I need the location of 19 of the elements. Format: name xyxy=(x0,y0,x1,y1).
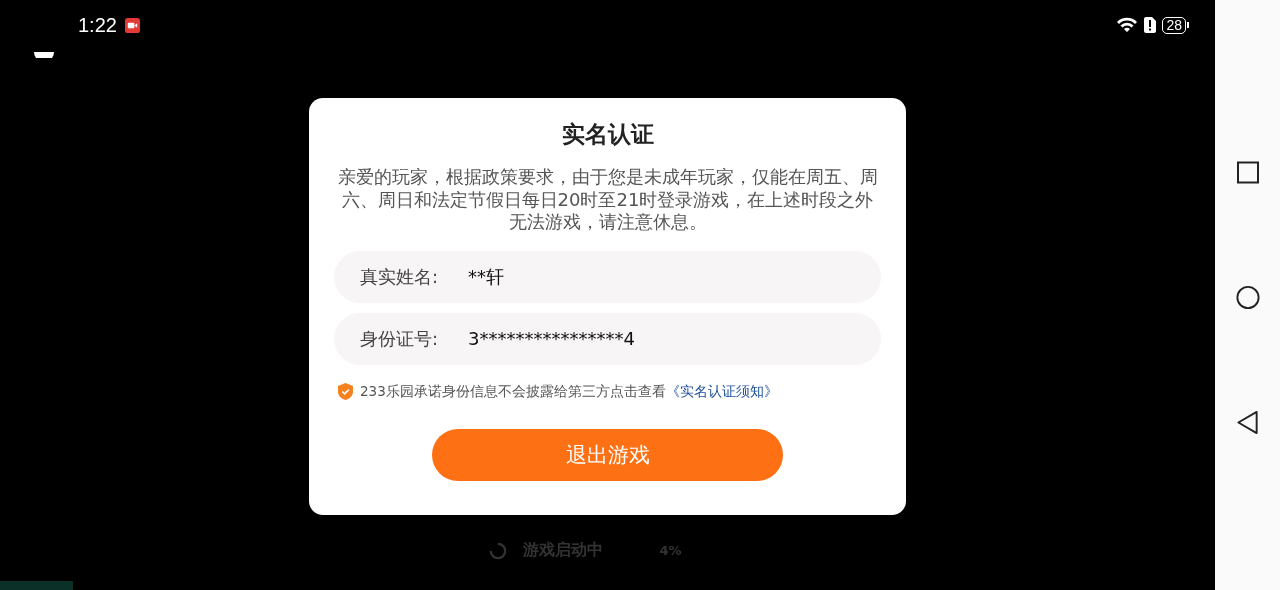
notice-link[interactable]: 《实名认证须知》 xyxy=(665,382,778,399)
input-field[interactable]: 真实姓名: **轩 xyxy=(334,250,881,303)
shield-check-icon xyxy=(338,383,353,400)
spinner-icon xyxy=(489,541,508,560)
screen-record-icon xyxy=(124,17,140,33)
recents-icon[interactable] xyxy=(1235,159,1260,185)
field-label: 身份证号: xyxy=(360,326,440,351)
notice-text: 233乐园承诺身份信息不会披露给第三方点击查看《实名认证须知》 xyxy=(360,382,778,401)
dialog-title: 实名认证 xyxy=(561,120,654,149)
battery-icon: 28 xyxy=(1162,16,1186,34)
wifi-icon xyxy=(1116,16,1139,34)
arc-icon xyxy=(33,52,55,58)
input-field[interactable]: 身份证号: 3****************4 xyxy=(334,312,881,365)
home-icon[interactable] xyxy=(1235,284,1260,310)
field-label: 真实姓名: xyxy=(360,264,440,289)
status-time: 1:22 xyxy=(78,13,117,37)
dialog-message: 亲爱的玩家，根据政策要求，由于您是未成年玩家，仅能在周五、周六、周日和法定节假日每日20时至21时登录游戏，在上述时段之外无法游戏，请注意休息。 xyxy=(336,166,879,234)
alert-icon xyxy=(1144,17,1157,33)
back-icon[interactable] xyxy=(1235,409,1260,435)
